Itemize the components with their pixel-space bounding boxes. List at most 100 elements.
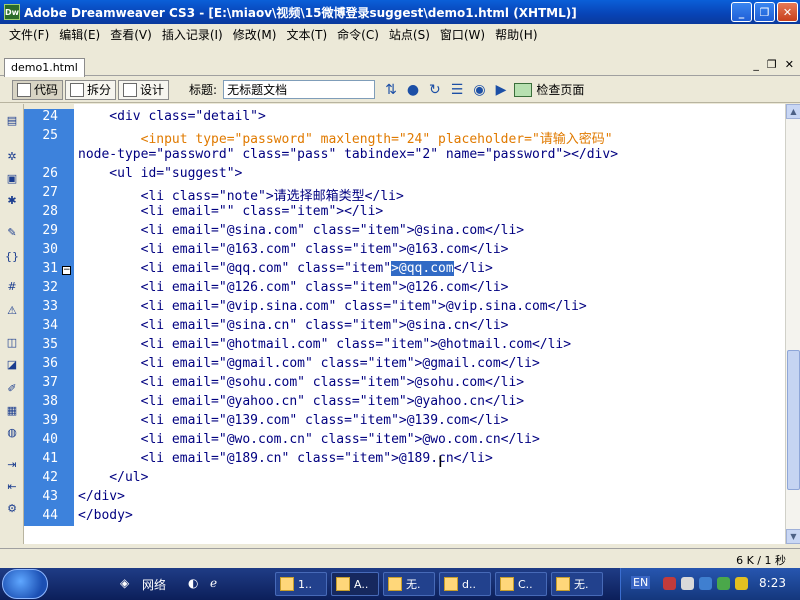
scroll-down-arrow-icon[interactable]: ▼ bbox=[786, 529, 800, 544]
taskbar-item-ie[interactable]: 无. bbox=[551, 572, 603, 596]
code-line: </body> bbox=[78, 508, 133, 523]
code-line: <li email="@sohu.com" class="item">@sohu… bbox=[78, 375, 525, 390]
expand-all-icon[interactable]: ✱ bbox=[4, 194, 20, 208]
code-editor[interactable]: <div class="detail"> <input type="passwo… bbox=[74, 104, 785, 544]
close-button[interactable]: ✕ bbox=[777, 2, 798, 22]
preview-globe-icon[interactable]: ● bbox=[407, 82, 419, 98]
doc-close-button[interactable]: ✕ bbox=[785, 58, 794, 71]
design-view-icon bbox=[123, 82, 138, 97]
taskbar-item-document[interactable]: d.. bbox=[439, 572, 491, 596]
network-label[interactable]: 网络 bbox=[142, 576, 166, 593]
indent-code-icon[interactable]: ⇥ bbox=[4, 458, 20, 472]
menu-edit[interactable]: 编辑(E) bbox=[54, 26, 105, 43]
restore-button[interactable]: ❐ bbox=[754, 2, 775, 22]
fold-marker[interactable]: − bbox=[62, 266, 71, 275]
wrap-tag-icon[interactable]: ✐ bbox=[4, 382, 20, 396]
firefox-quicklaunch-icon[interactable]: ◐ bbox=[188, 576, 198, 590]
line-number: 28 bbox=[42, 204, 58, 219]
tray-network-icon[interactable] bbox=[681, 577, 694, 590]
menu-window[interactable]: 窗口(W) bbox=[435, 26, 490, 43]
taskbar-item-label: A.. bbox=[354, 577, 369, 591]
code-line-before-selection: <li email="@qq.com" class="item" bbox=[78, 261, 392, 276]
line-number: 24 bbox=[42, 109, 58, 124]
menu-modify[interactable]: 修改(M) bbox=[228, 26, 282, 43]
line-number: 25 bbox=[42, 128, 58, 143]
outdent-code-icon[interactable]: ⇤ bbox=[4, 480, 20, 494]
refresh-icon[interactable]: ↻ bbox=[429, 82, 441, 98]
scroll-thumb[interactable] bbox=[787, 350, 800, 490]
tray-security-icon[interactable] bbox=[699, 577, 712, 590]
taskbar-item-folder[interactable]: 1.. bbox=[275, 572, 327, 596]
tray-app-icon[interactable] bbox=[663, 577, 676, 590]
menu-site[interactable]: 站点(S) bbox=[384, 26, 435, 43]
menu-file[interactable]: 文件(F) bbox=[4, 26, 54, 43]
code-view-button[interactable]: 代码 bbox=[12, 79, 64, 100]
line-number: 42 bbox=[42, 470, 58, 485]
doc-restore-button[interactable]: ❐ bbox=[767, 58, 777, 71]
recent-snippets-icon[interactable]: ▦ bbox=[4, 404, 20, 418]
remove-comment-icon[interactable]: ◪ bbox=[4, 358, 20, 372]
file-management-icon[interactable]: ⇅ bbox=[385, 82, 397, 98]
menu-view[interactable]: 查看(V) bbox=[105, 26, 157, 43]
document-toolbar: 代码 拆分 设计 标题: ⇅ ● ↻ ☰ ◉ ▶ 检查页面 bbox=[0, 77, 800, 103]
document-icon bbox=[444, 577, 458, 591]
format-source-icon[interactable]: ⚙ bbox=[4, 502, 20, 516]
taskbar-item-chrome[interactable]: C.. bbox=[495, 572, 547, 596]
collapse-tag-icon[interactable]: ✲ bbox=[4, 150, 20, 164]
code-line: <li email="@163.com" class="item">@163.c… bbox=[78, 242, 509, 257]
title-input[interactable] bbox=[223, 80, 376, 99]
split-view-button[interactable]: 拆分 bbox=[65, 79, 117, 100]
show-desktop-icon[interactable]: ◈ bbox=[120, 576, 129, 590]
select-parent-tag-icon[interactable]: ✎ bbox=[4, 226, 20, 240]
menu-commands[interactable]: 命令(C) bbox=[332, 26, 384, 43]
taskbar-item-firefox[interactable]: 无. bbox=[383, 572, 435, 596]
line-number: 26 bbox=[42, 166, 58, 181]
tray-add-icon[interactable] bbox=[735, 577, 748, 590]
design-view-button[interactable]: 设计 bbox=[118, 79, 170, 100]
menu-insert[interactable]: 插入记录(I) bbox=[157, 26, 228, 43]
windows-taskbar: ◈ 网络 ◐ ℯ 1.. A.. 无. d.. C.. 无. EN 8:23 bbox=[0, 568, 800, 600]
ie-quicklaunch-icon[interactable]: ℯ bbox=[210, 576, 217, 590]
collapse-selection-icon[interactable]: ▣ bbox=[4, 172, 20, 186]
document-tab[interactable]: demo1.html bbox=[4, 58, 85, 77]
clock: 8:23 bbox=[759, 576, 786, 590]
doc-minimize-button[interactable]: _ bbox=[753, 58, 759, 71]
line-number: 37 bbox=[42, 375, 58, 390]
ie-icon bbox=[556, 577, 570, 591]
scroll-up-arrow-icon[interactable]: ▲ bbox=[786, 104, 800, 119]
selected-text: >@qq.com bbox=[391, 261, 454, 276]
open-documents-icon[interactable]: ▤ bbox=[4, 114, 20, 128]
code-line: <li email="@vip.sina.com" class="item">@… bbox=[78, 299, 587, 314]
taskbar-item-label: d.. bbox=[462, 577, 476, 591]
vertical-scrollbar[interactable]: ▲ ▼ bbox=[785, 104, 800, 544]
move-css-icon[interactable]: ◍ bbox=[4, 426, 20, 440]
menu-help[interactable]: 帮助(H) bbox=[490, 26, 542, 43]
mouse-ibeam-cursor: I bbox=[438, 452, 443, 471]
input-language-indicator[interactable]: EN bbox=[631, 576, 651, 589]
tray-shield-icon[interactable] bbox=[717, 577, 730, 590]
design-view-label: 设计 bbox=[140, 83, 165, 97]
validate-markup-icon[interactable]: ▶ bbox=[496, 82, 507, 98]
line-number: 35 bbox=[42, 337, 58, 352]
line-number: 27 bbox=[42, 185, 58, 200]
visual-aids-icon[interactable]: ◉ bbox=[473, 82, 485, 98]
minimize-button[interactable]: _ bbox=[731, 2, 752, 22]
folder-icon bbox=[280, 577, 294, 591]
code-line: node-type="password" class="pass" tabind… bbox=[78, 147, 619, 162]
dreamweaver-taskbar-icon bbox=[336, 577, 350, 591]
highlight-invalid-icon[interactable]: ⚠ bbox=[4, 304, 20, 318]
start-button[interactable] bbox=[2, 569, 48, 599]
code-line: <li email="@sina.cn" class="item">@sina.… bbox=[78, 318, 509, 333]
balance-braces-icon[interactable]: {} bbox=[4, 250, 20, 264]
code-line-after-selection: </li> bbox=[453, 261, 493, 276]
line-number: 32 bbox=[42, 280, 58, 295]
taskbar-item-dreamweaver[interactable]: A.. bbox=[331, 572, 379, 596]
apply-comment-icon[interactable]: ◫ bbox=[4, 336, 20, 350]
line-number: 30 bbox=[42, 242, 58, 257]
menu-text[interactable]: 文本(T) bbox=[281, 26, 332, 43]
code-line: <div class="detail"> bbox=[78, 109, 266, 124]
view-options-icon[interactable]: ☰ bbox=[451, 82, 464, 98]
check-page-button[interactable]: 检查页面 bbox=[514, 81, 584, 98]
title-label: 标题: bbox=[189, 83, 218, 97]
line-numbers-icon[interactable]: # bbox=[4, 280, 20, 294]
